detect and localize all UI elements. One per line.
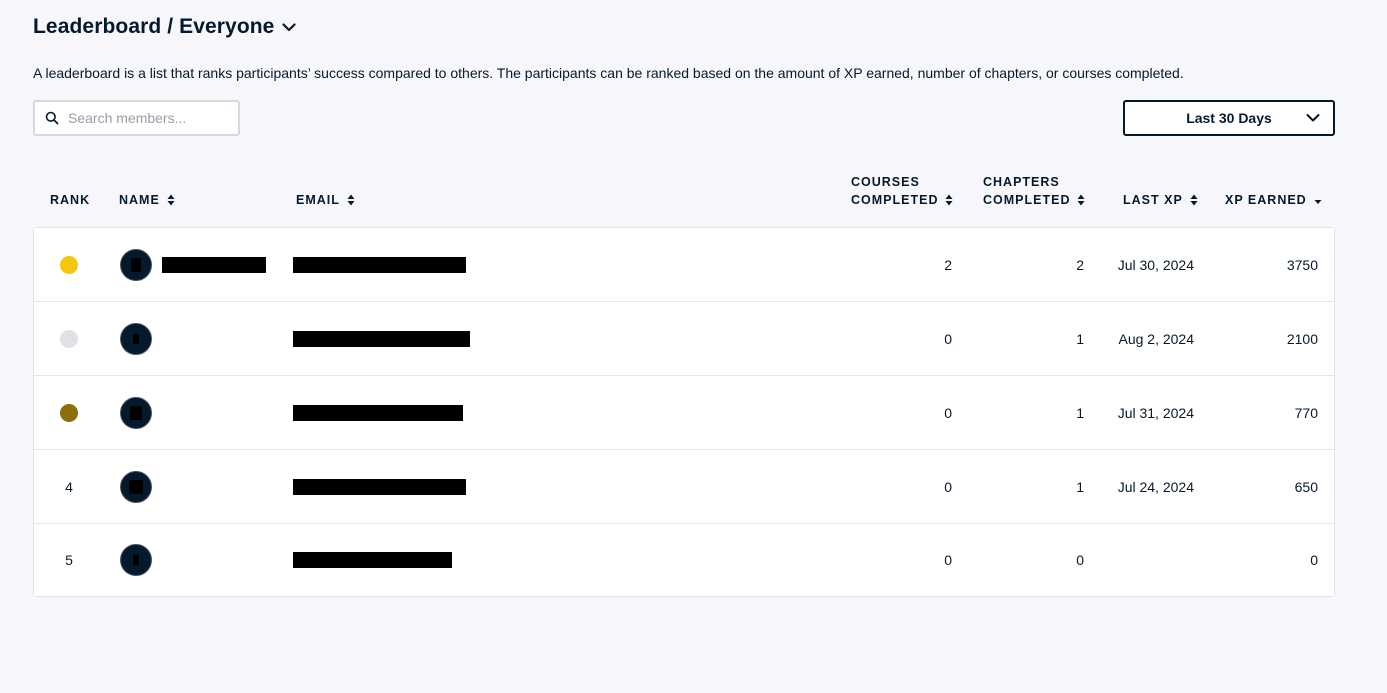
xp-earned-cell: 650 [1294, 478, 1318, 495]
rank-cell [34, 302, 104, 375]
avatar-cell [119, 524, 153, 596]
column-label: CHAPTERS COMPLETED [983, 173, 1070, 209]
avatar-cell [119, 228, 153, 301]
avatar-cell [119, 376, 153, 449]
redacted-email [293, 330, 470, 347]
page-description: A leaderboard is a list that ranks parti… [33, 65, 1184, 81]
redacted-email [293, 404, 463, 421]
column-label-line2: COMPLETED [851, 193, 939, 207]
page-title: Leaderboard / Everyone [33, 15, 275, 38]
avatar-cell [119, 302, 153, 375]
sort-desc-icon[interactable] [1314, 194, 1322, 206]
bronze-medal-icon [60, 403, 78, 422]
redacted-email [293, 552, 452, 568]
column-label: RANK [50, 193, 91, 207]
courses-completed-cell: 0 [944, 330, 952, 347]
email-cell [293, 524, 483, 596]
rank-cell [34, 228, 104, 301]
chevron-down-icon [1306, 112, 1320, 124]
last-xp-cell [1094, 524, 1194, 596]
redacted-email [293, 256, 466, 273]
sort-icon[interactable] [1077, 194, 1085, 206]
email-cell [293, 376, 483, 449]
table-row[interactable]: 4 0 1 Jul 24, 2024 650 [34, 450, 1334, 524]
column-header-last-xp[interactable]: LAST XP [1123, 191, 1198, 209]
leaderboard-table: 2 2 Jul 30, 2024 3750 0 1 Aug 2, 2024 21… [33, 227, 1335, 597]
table-row[interactable]: 5 0 0 0 [34, 524, 1334, 596]
search-icon [45, 111, 59, 125]
column-header-chapters-completed[interactable]: CHAPTERS COMPLETED [983, 173, 1085, 209]
column-label: EMAIL [296, 193, 340, 207]
chapters-completed-cell: 0 [1076, 552, 1084, 568]
avatar [120, 322, 152, 355]
column-header-courses-completed[interactable]: COURSES COMPLETED [851, 173, 953, 209]
column-label: NAME [119, 193, 160, 207]
silver-medal-icon [60, 329, 78, 348]
gold-medal-icon [60, 255, 78, 274]
avatar [120, 248, 152, 281]
rank-cell [34, 376, 104, 449]
email-cell [293, 450, 483, 523]
email-cell [293, 228, 483, 301]
leaderboard-page: Leaderboard / Everyone A leaderboard is … [0, 0, 1387, 693]
column-label: LAST XP [1123, 193, 1183, 207]
xp-earned-cell: 2100 [1286, 330, 1318, 347]
redacted-email [293, 478, 466, 495]
email-cell [293, 302, 483, 375]
xp-earned-cell: 0 [1310, 552, 1318, 568]
rank-cell: 5 [65, 552, 73, 568]
rank-cell: 4 [65, 478, 73, 495]
redacted-name [162, 256, 266, 273]
column-header-email[interactable]: EMAIL [296, 191, 355, 209]
column-label-line1: COURSES [851, 175, 920, 189]
table-row[interactable]: 0 1 Aug 2, 2024 2100 [34, 302, 1334, 376]
search-input[interactable] [68, 110, 228, 126]
chevron-down-icon[interactable] [280, 18, 298, 36]
name-cell [162, 228, 272, 301]
column-label-line1: CHAPTERS [983, 175, 1060, 189]
avatar-cell [119, 450, 153, 523]
sort-icon[interactable] [1190, 194, 1198, 206]
column-header-xp-earned[interactable]: XP EARNED [1225, 191, 1322, 209]
column-label: XP EARNED [1225, 193, 1307, 207]
last-xp-cell: Aug 2, 2024 [1118, 330, 1194, 347]
chapters-completed-cell: 1 [1076, 330, 1084, 347]
column-header-rank: RANK [50, 191, 90, 209]
table-row[interactable]: 2 2 Jul 30, 2024 3750 [34, 228, 1334, 302]
name-cell [162, 524, 272, 596]
xp-earned-cell: 770 [1294, 404, 1318, 421]
courses-completed-cell: 0 [944, 552, 952, 568]
last-xp-cell: Jul 30, 2024 [1117, 256, 1194, 273]
column-header-name[interactable]: NAME [119, 191, 175, 209]
xp-earned-cell: 3750 [1286, 256, 1318, 273]
courses-completed-cell: 0 [944, 404, 952, 421]
search-box[interactable] [33, 100, 240, 136]
courses-completed-cell: 0 [944, 478, 952, 495]
avatar [120, 396, 152, 429]
chapters-completed-cell: 2 [1076, 256, 1084, 273]
avatar [120, 544, 152, 576]
last-xp-cell: Jul 24, 2024 [1117, 478, 1194, 495]
sort-icon[interactable] [167, 194, 175, 206]
sort-icon[interactable] [945, 194, 953, 206]
courses-completed-cell: 2 [944, 256, 952, 273]
period-select-value: Last 30 Days [1186, 110, 1272, 126]
table-row[interactable]: 0 1 Jul 31, 2024 770 [34, 376, 1334, 450]
avatar [120, 470, 152, 503]
name-cell [162, 450, 272, 523]
sort-icon[interactable] [347, 194, 355, 206]
last-xp-cell: Jul 31, 2024 [1117, 404, 1194, 421]
column-label-line2: COMPLETED [983, 193, 1071, 207]
column-label: COURSES COMPLETED [851, 173, 938, 209]
name-cell [162, 302, 272, 375]
chapters-completed-cell: 1 [1076, 404, 1084, 421]
chapters-completed-cell: 1 [1076, 478, 1084, 495]
page-header: Leaderboard / Everyone [33, 15, 298, 39]
name-cell [162, 376, 272, 449]
period-select[interactable]: Last 30 Days [1123, 100, 1335, 136]
